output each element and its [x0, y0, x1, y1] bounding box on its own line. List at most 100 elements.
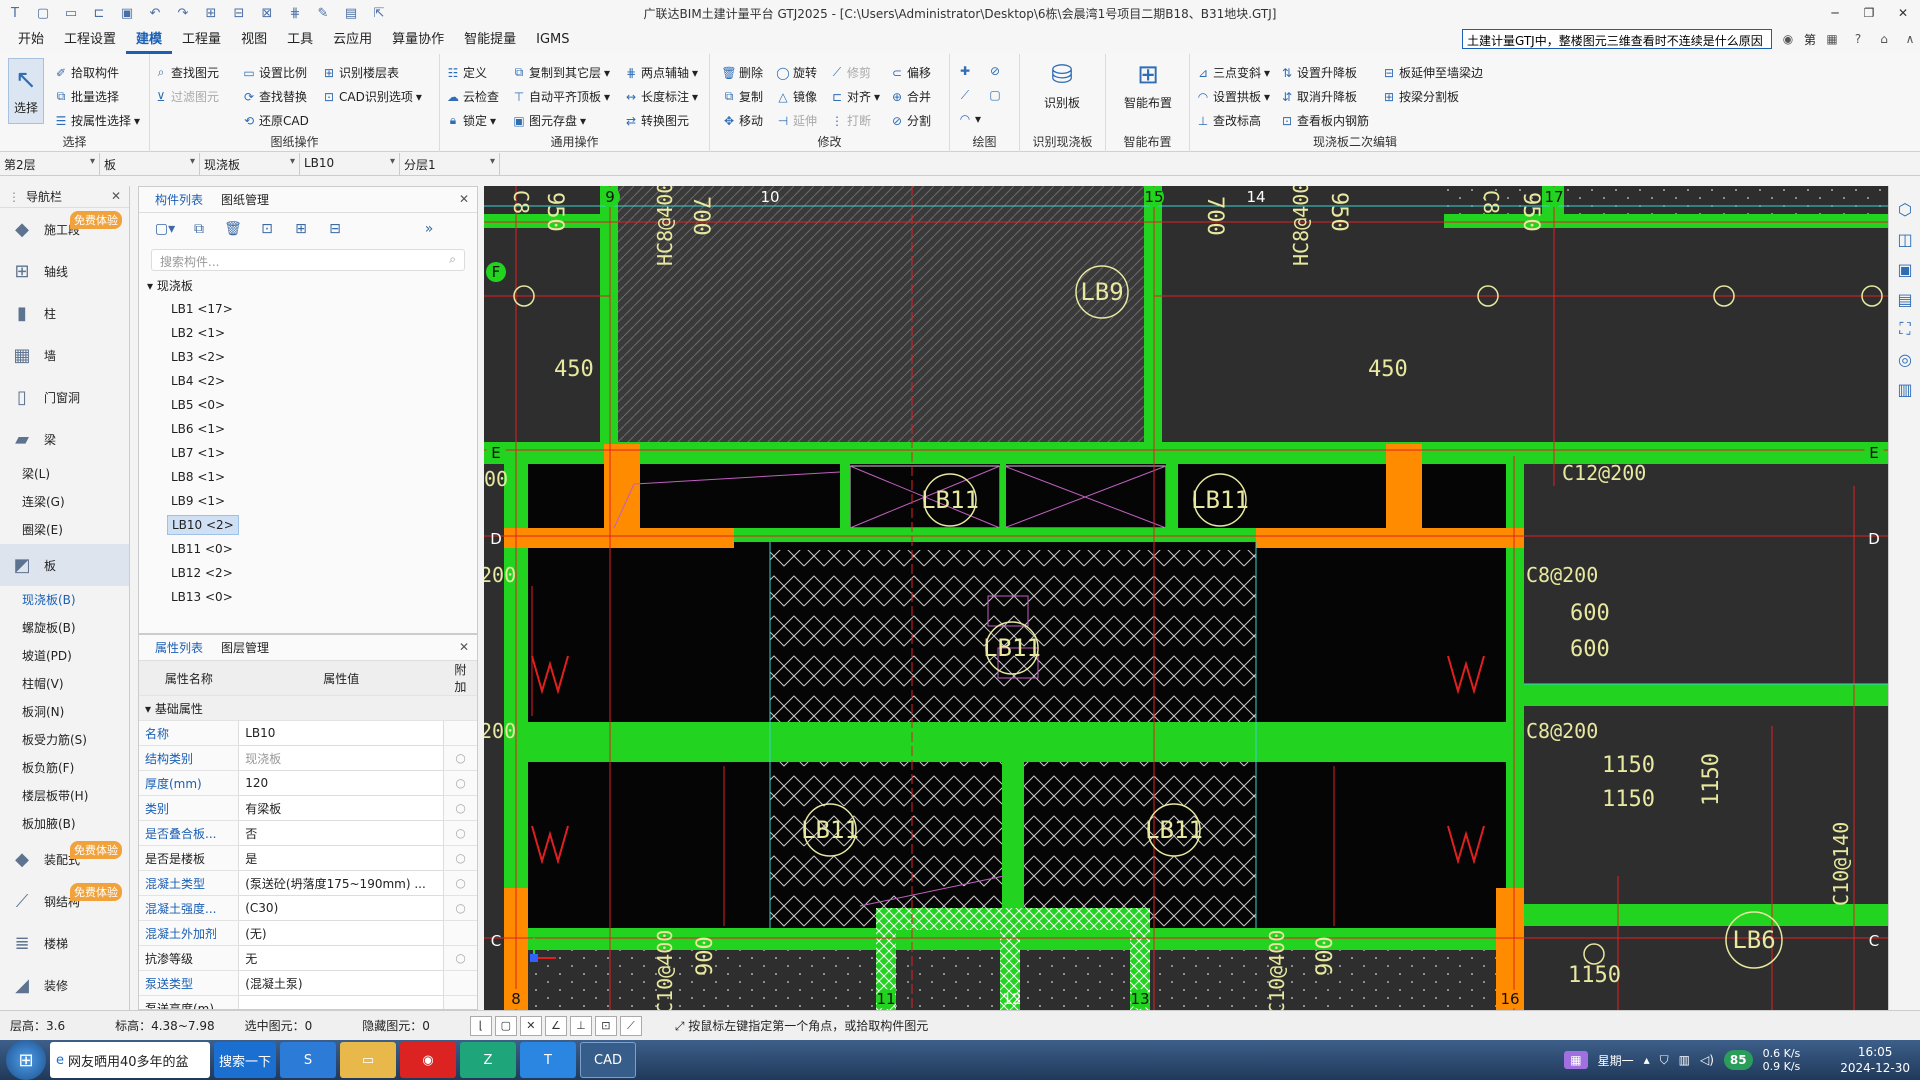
select-button[interactable]: ↖ 选择 [8, 58, 44, 124]
property-value[interactable]: (混凝土泵) [238, 970, 445, 996]
list-item-selected[interactable]: LB10 <2> [147, 513, 477, 537]
delete-button[interactable]: 🗑︎ 删除 [721, 64, 763, 81]
check-elevation-button[interactable]: ⊥ 查改标高 [1196, 112, 1261, 129]
menu-project-settings[interactable]: 工程设置 [54, 26, 126, 54]
grid-icon[interactable]: ⊟ [230, 4, 248, 22]
nav-sub-beam-g[interactable]: 连梁(G) [0, 488, 129, 516]
menu-igms[interactable]: IGMS [526, 26, 579, 54]
draw-rect-button[interactable]: ▢ [988, 88, 1002, 102]
prop-close-icon[interactable]: ✕ [459, 640, 469, 654]
property-section[interactable]: ▾ 基础属性 [139, 695, 477, 721]
export-icon[interactable]: ⇱ [370, 4, 388, 22]
length-dim-button[interactable]: ↔ 长度标注 ▾ [624, 88, 698, 105]
collapse-ribbon-icon[interactable]: ∧ [1900, 29, 1920, 49]
cloud-check-button[interactable]: ☁ 云检查 [446, 88, 499, 105]
help-search-input[interactable]: 土建计量GTJ中，整楼图元三维查看时不连续是什么原因 [1461, 29, 1772, 49]
netease-icon[interactable]: ◉ [400, 1042, 456, 1078]
nav-sub-capital[interactable]: 柱帽(V) [0, 670, 129, 698]
mirror-button[interactable]: △ 镜像 [776, 88, 817, 105]
slab-lb11-left[interactable] [770, 762, 1002, 928]
z-app-icon[interactable]: Z [460, 1042, 516, 1078]
property-value[interactable]: 120 [238, 770, 445, 796]
taskbar-search-button[interactable]: 搜索一下 [214, 1042, 276, 1078]
nav-sub-beam-e[interactable]: 圈梁(E) [0, 516, 129, 544]
chart-icon[interactable]: ▤ [342, 4, 360, 22]
set-arch-slab-button[interactable]: ◠ 设置拱板 ▾ [1196, 88, 1270, 105]
property-value[interactable]: (C30) [238, 895, 445, 921]
list-item[interactable]: LB13 <0> [147, 585, 477, 609]
column-15[interactable] [1386, 444, 1422, 548]
split-by-beam-button[interactable]: ⊞ 按梁分割板 [1382, 88, 1459, 105]
rotate-button[interactable]: ◯ 旋转 [776, 64, 817, 81]
checkbox-icon[interactable]: ○ [443, 795, 477, 821]
property-value[interactable]: LB10 [238, 720, 445, 746]
identify-slab-button[interactable]: ⛁ 识别板 [1032, 58, 1092, 111]
nav-item-stair[interactable]: ≣ 楼梯 [0, 922, 129, 964]
list-item[interactable]: LB9 <1> [147, 489, 477, 513]
new-file-icon[interactable]: ▢ [34, 4, 52, 22]
3d-view-icon[interactable]: ⬡ [1889, 194, 1920, 224]
menu-collab[interactable]: 算量协作 [382, 26, 454, 54]
category-select[interactable]: 板 [100, 153, 200, 175]
property-value[interactable]: (泵送砼(坍落度175~190mm) ... [238, 870, 445, 896]
beam-mid[interactable] [504, 722, 1524, 762]
beam-e[interactable] [484, 442, 1888, 464]
list-item[interactable]: LB11 <0> [147, 537, 477, 561]
beam-hatched-top[interactable] [876, 908, 1150, 930]
draw-point-button[interactable]: ✚ [958, 64, 972, 78]
list-item[interactable]: LB6 <1> [147, 417, 477, 441]
checkbox-icon[interactable]: ○ [443, 870, 477, 896]
box-view-icon[interactable]: ▣ [1889, 254, 1920, 284]
nav-item-finish[interactable]: ◢ 装修 [0, 964, 129, 1006]
gtj-icon[interactable]: T [520, 1042, 576, 1078]
calc-icon[interactable]: ⊞ [202, 4, 220, 22]
draw-arc-button[interactable]: ◠ ▾ [958, 112, 981, 126]
extend-button[interactable]: ⊣ 延伸 [776, 112, 817, 129]
property-value[interactable]: 是 [238, 845, 445, 871]
dynamic-input-icon[interactable]: ⊡ [594, 1015, 617, 1036]
note-icon[interactable]: ▥ [1889, 374, 1920, 404]
beam-right-mid[interactable] [1524, 684, 1888, 706]
nav-item-prefab[interactable]: ◆ 装配式 免费体验 [0, 838, 129, 880]
shield-icon[interactable]: ⛉ [1660, 1053, 1669, 1068]
property-value[interactable]: 有梁板 [238, 795, 445, 821]
checkbox-icon[interactable]: ○ [443, 820, 477, 846]
split-button[interactable]: ⊘ 分割 [890, 112, 931, 129]
volume-icon[interactable]: ◁) [1700, 1053, 1714, 1067]
new-component-icon[interactable]: ▢▾ [155, 219, 175, 239]
cad-drawing[interactable]: LB9 LB11 LB11 LB11 LB11 LB11 LB6 450 450… [484, 186, 1888, 1010]
explorer-icon[interactable]: ▭ [340, 1042, 396, 1078]
beam-f-right[interactable] [1444, 214, 1888, 228]
nav-item-wall[interactable]: ▦ 墙 [0, 334, 129, 376]
view-slab-rebar-button[interactable]: ⊡ 查看板内钢筋 [1280, 112, 1369, 129]
set-raise-slab-button[interactable]: ⇅ 设置升降板 [1280, 64, 1357, 81]
list-item[interactable]: LB8 <1> [147, 465, 477, 489]
more-icon[interactable]: » [419, 219, 439, 239]
list-item[interactable]: LB7 <1> [147, 441, 477, 465]
minimize-icon[interactable]: ─ [1818, 0, 1852, 26]
convert-element-button[interactable]: ⇄ 转换图元 [624, 112, 689, 129]
property-value[interactable]: 否 [238, 820, 445, 846]
orbit-icon[interactable]: ◎ [1889, 344, 1920, 374]
drawing-canvas[interactable]: LB9 LB11 LB11 LB11 LB11 LB11 LB6 450 450… [484, 186, 1888, 1010]
nav-sub-beam-l[interactable]: 梁(L) [0, 460, 129, 488]
beam-right-c[interactable] [1524, 904, 1888, 926]
drag-handle-icon[interactable]: ⋮ [8, 190, 20, 204]
message-icon[interactable]: ▦ [1822, 29, 1842, 49]
skin-icon[interactable]: ⌂ [1874, 29, 1894, 49]
undo-icon[interactable]: ↶ [146, 4, 164, 22]
user-name[interactable]: 第 [1804, 31, 1816, 48]
nav-item-steel[interactable]: ⟋ 钢结构 免费体验 [0, 880, 129, 922]
nav-sub-hole[interactable]: 板洞(N) [0, 698, 129, 726]
property-value[interactable]: 现浇板 [238, 745, 445, 771]
list-item[interactable]: LB1 <17> [147, 297, 477, 321]
restore-cad-button[interactable]: ⟲ 还原CAD [242, 112, 309, 129]
layers-view-icon[interactable]: ▤ [1889, 284, 1920, 314]
tree-group[interactable]: ▾ 现浇板 [147, 275, 477, 297]
define-button[interactable]: ☷ 定义 [446, 64, 487, 81]
nav-item-beam[interactable]: ▰ 梁 [0, 418, 129, 460]
layer-select[interactable]: 分层1 [400, 153, 500, 175]
close-icon[interactable]: ✕ [1886, 0, 1920, 26]
checkbox-icon[interactable]: ○ [443, 770, 477, 796]
redo-icon[interactable]: ↷ [174, 4, 192, 22]
